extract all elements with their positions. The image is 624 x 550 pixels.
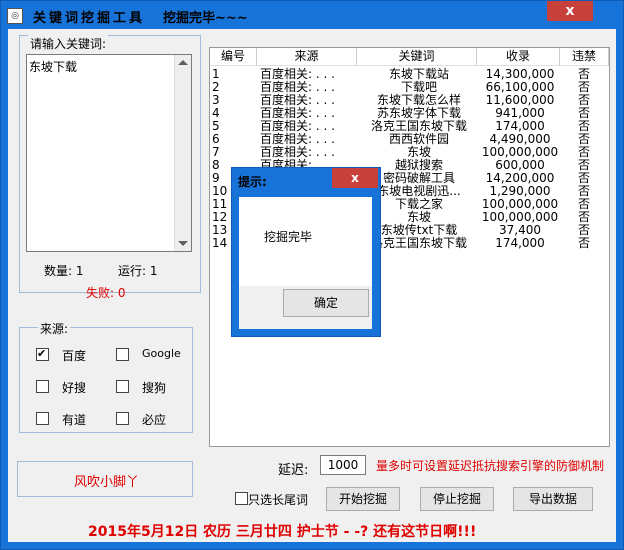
keyword-count: 数量: 1 [44, 264, 84, 278]
scroll-up-icon[interactable] [178, 60, 188, 65]
header-index[interactable]: 收录 [477, 48, 560, 66]
header-banned[interactable]: 违禁 [560, 48, 609, 66]
header-keyword[interactable]: 关键词 [357, 48, 477, 66]
checkbox-sogou[interactable] [116, 380, 129, 393]
longtail-checkbox[interactable] [235, 492, 248, 505]
row-index: 174,000 [495, 236, 545, 250]
app-icon: ◎ [7, 8, 23, 24]
running-count: 运行: 1 [118, 264, 158, 278]
checkbox-baidu[interactable] [36, 347, 49, 361]
keyword-scrollbar[interactable] [174, 55, 191, 251]
header-id[interactable]: 编号 [210, 48, 257, 66]
label-sogou: 搜狗 [142, 381, 167, 395]
row-banned: 否 [577, 236, 590, 250]
dialog-close-button[interactable]: x [332, 168, 378, 188]
wind-box: 风吹小脚丫 [17, 461, 193, 497]
label-bing: 必应 [142, 413, 167, 427]
source-label: 来源: [38, 320, 71, 337]
dialog-body: 挖掘完毕 确定 [239, 197, 372, 329]
export-button[interactable]: 导出数据 [513, 487, 593, 511]
scroll-down-icon[interactable] [178, 241, 188, 246]
checkbox-youdao[interactable] [36, 412, 49, 425]
window-close-button[interactable]: x [547, 1, 593, 21]
window-title: 关键词挖掘工具 [33, 11, 146, 26]
longtail-label: 只选长尾词 [248, 493, 309, 507]
header-source[interactable]: 来源 [257, 48, 357, 66]
keyword-textarea[interactable]: 东坡下载 [26, 54, 192, 252]
label-haosou: 好搜 [62, 381, 87, 395]
keyword-label: 请输入关键词: [28, 35, 109, 52]
label-google: Google [142, 347, 181, 360]
keyword-group: 请输入关键词: 东坡下载 数量: 1 运行: 1 失败: 0 [19, 35, 201, 300]
source-group: 来源: 百度 Google 好搜 搜狗 有道 必应 [19, 320, 193, 433]
dialog-title: 提示: [238, 175, 267, 189]
start-button[interactable]: 开始挖掘 [326, 487, 400, 511]
stop-button[interactable]: 停止挖掘 [420, 487, 494, 511]
footer-date-text: 2015年5月12日 农历 三月廿四 护士节 - -? 还有这节日啊!!! [88, 524, 477, 540]
main-window: ◎ 关键词挖掘工具 挖掘完毕~~~ x 请输入关键词: 东坡下载 数量: 1 运… [0, 0, 624, 550]
checkbox-bing[interactable] [116, 412, 129, 425]
checkbox-haosou[interactable] [36, 380, 49, 393]
alert-dialog: 提示: x 挖掘完毕 确定 [231, 167, 381, 337]
wind-label: 风吹小脚丫 [74, 475, 140, 490]
label-youdao: 有道 [62, 413, 87, 427]
checkbox-google[interactable] [116, 348, 129, 361]
title-bar[interactable]: ◎ 关键词挖掘工具 挖掘完毕~~~ x [1, 1, 623, 29]
dialog-footer: 确定 [239, 286, 372, 329]
dialog-message: 挖掘完毕 [264, 230, 313, 244]
label-baidu: 百度 [62, 349, 87, 363]
delay-input[interactable]: 1000 [320, 455, 366, 475]
dialog-ok-button[interactable]: 确定 [283, 289, 369, 317]
delay-label: 延迟: [278, 463, 309, 478]
keyword-text: 东坡下载 [29, 60, 78, 74]
delay-hint: 量多时可设置延迟抵抗搜索引擎的防御机制 [376, 459, 605, 473]
window-status: 挖掘完毕~~~ [163, 11, 248, 26]
fail-count: 失败: 0 [86, 286, 126, 300]
